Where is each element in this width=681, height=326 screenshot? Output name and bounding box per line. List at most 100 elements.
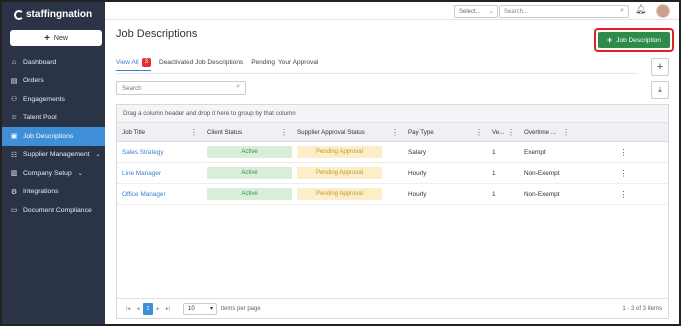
column-menu-icon[interactable]: ⋮: [562, 128, 570, 137]
job-title-link[interactable]: Sales Strategy: [122, 149, 164, 156]
caret-down-icon: ▾: [209, 306, 213, 312]
page-title: Job Descriptions: [116, 28, 198, 40]
search-icon[interactable]: ⌕: [236, 83, 240, 91]
column-header[interactable]: Ve... ⋮: [487, 123, 519, 141]
sidebar-item-dashboard[interactable]: ⌂ Dashboard: [2, 53, 105, 72]
plus-icon: +: [606, 35, 613, 45]
group-drop-zone[interactable]: Drag a column header and drop it here to…: [117, 105, 668, 123]
sidebar-item-job-descriptions[interactable]: ▣ Job Descriptions: [2, 127, 105, 146]
chevron-down-icon: ⌄: [488, 9, 494, 15]
grid-search-input[interactable]: Search ⌕: [116, 81, 246, 95]
avatar[interactable]: [656, 4, 670, 18]
column-header-label: Job Title: [122, 128, 146, 136]
grid-header: Job Title ⋮ Client Status ⋮ Supplier Approva…: [117, 123, 668, 142]
export-button[interactable]: ⤓: [651, 81, 669, 99]
tab-pending-approval[interactable]: Pending Your Approval: [251, 59, 318, 69]
row-menu-icon[interactable]: ⋮: [620, 190, 628, 199]
tab-deactivated[interactable]: Deactivated Job Descriptions: [159, 59, 243, 69]
version-cell: 1: [487, 163, 519, 183]
column-menu-icon[interactable]: ⋮: [280, 128, 288, 137]
column-header[interactable]: Client Status ⋮: [202, 123, 292, 141]
add-tab-button[interactable]: +: [651, 58, 669, 76]
column-menu-icon[interactable]: ⋮: [190, 128, 198, 137]
first-page-icon[interactable]: |◂: [123, 303, 133, 315]
sidebar-item-label: Job Descriptions: [23, 132, 74, 140]
job-title-link-cell: Sales Strategy: [117, 142, 202, 162]
client-status-badge: Active: [207, 146, 292, 158]
prev-page-icon[interactable]: ◂: [133, 303, 143, 315]
table-row[interactable]: Office Manager Active Pending Approval Hour…: [117, 184, 668, 205]
sidebar-item-label: Company Setup: [23, 169, 72, 177]
row-menu-icon[interactable]: ⋮: [620, 148, 628, 157]
grid-search-placeholder: Search: [122, 84, 142, 92]
chevron-down-icon: ⌄: [77, 170, 83, 177]
column-menu-icon[interactable]: ⋮: [391, 128, 399, 137]
tab-label: View All: [116, 58, 139, 66]
row-actions-cell: ⋮: [574, 184, 668, 204]
version-cell: 1: [487, 184, 519, 204]
version: 1: [492, 148, 496, 156]
pager-info: 1 - 3 of 3 items: [622, 305, 662, 312]
next-page-icon[interactable]: ▸: [153, 303, 163, 315]
new-button[interactable]: + New: [10, 30, 102, 46]
sidebar-item-document-compliance[interactable]: ▭ Document Compliance: [2, 201, 105, 220]
sidebar-item-talent-pool[interactable]: ☺ Talent Pool: [2, 109, 105, 128]
count-badge: 3: [141, 57, 151, 67]
supplier-status-badge-cell: Pending Approval: [292, 142, 403, 162]
last-page-icon[interactable]: ▸|: [163, 303, 173, 315]
job-title-link[interactable]: Line Manager: [122, 170, 161, 177]
overtime-cell: Non-Exempt: [519, 163, 574, 183]
add-job-description-button[interactable]: + Job Description: [598, 32, 670, 48]
page-size-value: 10: [188, 305, 195, 312]
column-header[interactable]: Overtime ... ⋮: [519, 123, 574, 141]
add-job-description-label: Job Description: [616, 36, 662, 44]
table-row[interactable]: Sales Strategy Active Pending Approval Sala…: [117, 142, 668, 163]
sidebar-item-company-setup[interactable]: ▥ Company Setup ⌄: [2, 164, 105, 183]
logo-icon: [14, 9, 24, 20]
overtime: Non-Exempt: [524, 169, 560, 177]
client-status-badge: Active: [207, 188, 292, 200]
column-header-label: Overtime ...: [524, 128, 556, 136]
row-menu-icon[interactable]: ⋮: [620, 169, 628, 178]
overtime: Non-Exempt: [524, 190, 560, 198]
tab-divider: [116, 73, 637, 74]
home-icon: ⌂: [11, 58, 17, 66]
download-icon: ⤓: [658, 85, 662, 94]
job-title-link-cell: Office Manager: [117, 184, 202, 204]
sidebar-item-integrations[interactable]: ⚙ Integrations: [2, 183, 105, 202]
client-status-badge-cell: Active: [202, 163, 292, 183]
supplier-status-badge: Pending Approval: [297, 146, 382, 158]
client-status-badge-cell: Active: [202, 142, 292, 162]
client-status-badge-cell: Active: [202, 184, 292, 204]
overtime: Exempt: [524, 148, 546, 156]
job-descriptions-grid: Drag a column header and drop it here to…: [116, 104, 669, 319]
search-icon[interactable]: ⌕: [620, 7, 624, 15]
page-number-current[interactable]: 1: [143, 302, 153, 315]
job-title-link-cell: Line Manager: [117, 163, 202, 183]
sidebar-item-label: Document Compliance: [23, 206, 92, 214]
pay-type-cell: Hourly: [403, 163, 487, 183]
page-size-select[interactable]: 10 ▾: [183, 302, 217, 315]
tab-view-all[interactable]: View All 3: [116, 57, 151, 71]
global-search-input[interactable]: Search... ⌕: [499, 5, 629, 18]
job-title-link[interactable]: Office Manager: [122, 191, 166, 198]
bell-icon[interactable]: 🔔︎: [635, 4, 646, 15]
tab-bar: View All 3 Deactivated Job Descriptions …: [116, 57, 318, 71]
sidebar-item-orders[interactable]: ▤ Orders: [2, 72, 105, 91]
column-menu-icon[interactable]: ⋮: [507, 128, 515, 137]
brand-logo[interactable]: staffingnation: [14, 9, 92, 20]
column-header[interactable]: Supplier Approval Status ⋮: [292, 123, 403, 141]
plus-icon: +: [44, 32, 50, 44]
context-select[interactable]: Select... ⌄: [454, 5, 498, 18]
table-row[interactable]: Line Manager Active Pending Approval Hourly…: [117, 163, 668, 184]
engagements-icon: ⚇: [10, 96, 18, 104]
folder-icon: ▭: [10, 207, 18, 215]
column-menu-icon[interactable]: ⋮: [475, 128, 483, 137]
column-header[interactable]: Job Title ⋮: [117, 123, 202, 141]
column-header[interactable]: Pay Type ⋮: [403, 123, 487, 141]
new-button-label: New: [53, 34, 68, 42]
sidebar-item-supplier-management[interactable]: ☷ Supplier Management ⌄: [2, 146, 105, 165]
sidebar-item-engagements[interactable]: ⚇ Engagements: [2, 90, 105, 109]
chevron-down-icon: ⌄: [95, 152, 101, 159]
version: 1: [492, 169, 496, 177]
